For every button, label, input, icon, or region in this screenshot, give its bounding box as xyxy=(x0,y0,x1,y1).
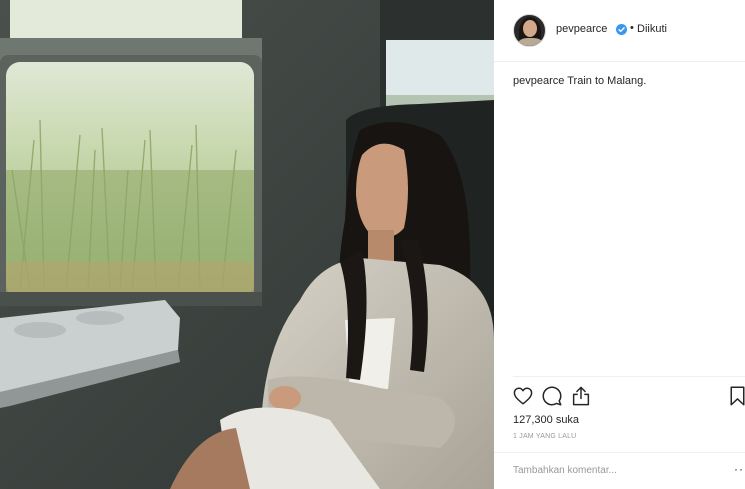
comment-button[interactable] xyxy=(541,385,563,407)
post-photo-image xyxy=(0,0,494,489)
avatar[interactable] xyxy=(513,14,546,47)
bookmark-icon xyxy=(730,386,745,406)
author-username[interactable]: pevpearce xyxy=(556,23,607,35)
post-header: pevpearce • Diikuti xyxy=(494,0,745,62)
save-button[interactable] xyxy=(730,385,745,407)
avatar-body xyxy=(518,38,543,46)
header-separator: • xyxy=(630,22,634,34)
actions-divider xyxy=(513,376,745,377)
heart-icon xyxy=(513,387,533,405)
comment-input[interactable]: Tambahkan komentar... xyxy=(513,465,617,476)
caption-text: Train to Malang. xyxy=(567,75,647,87)
share-button[interactable] xyxy=(570,385,592,407)
share-icon xyxy=(572,386,590,406)
caption-username[interactable]: pevpearce xyxy=(513,75,564,87)
avatar-face xyxy=(523,20,537,37)
post-details-panel: pevpearce • Diikuti pevpearce Train to M… xyxy=(494,0,745,489)
comment-bubble-icon xyxy=(542,386,562,406)
like-count[interactable]: 127,300 suka xyxy=(513,414,579,426)
like-button[interactable] xyxy=(512,385,534,407)
post-timestamp: 1 JAM YANG LALU xyxy=(513,433,577,440)
verified-badge-icon xyxy=(616,24,627,35)
comment-divider xyxy=(494,452,745,453)
follow-status-button[interactable]: Diikuti xyxy=(637,23,667,35)
post-caption: pevpearce Train to Malang. xyxy=(513,74,738,89)
more-options-button[interactable]: ·· xyxy=(734,462,744,476)
post-photo[interactable] xyxy=(0,0,494,489)
